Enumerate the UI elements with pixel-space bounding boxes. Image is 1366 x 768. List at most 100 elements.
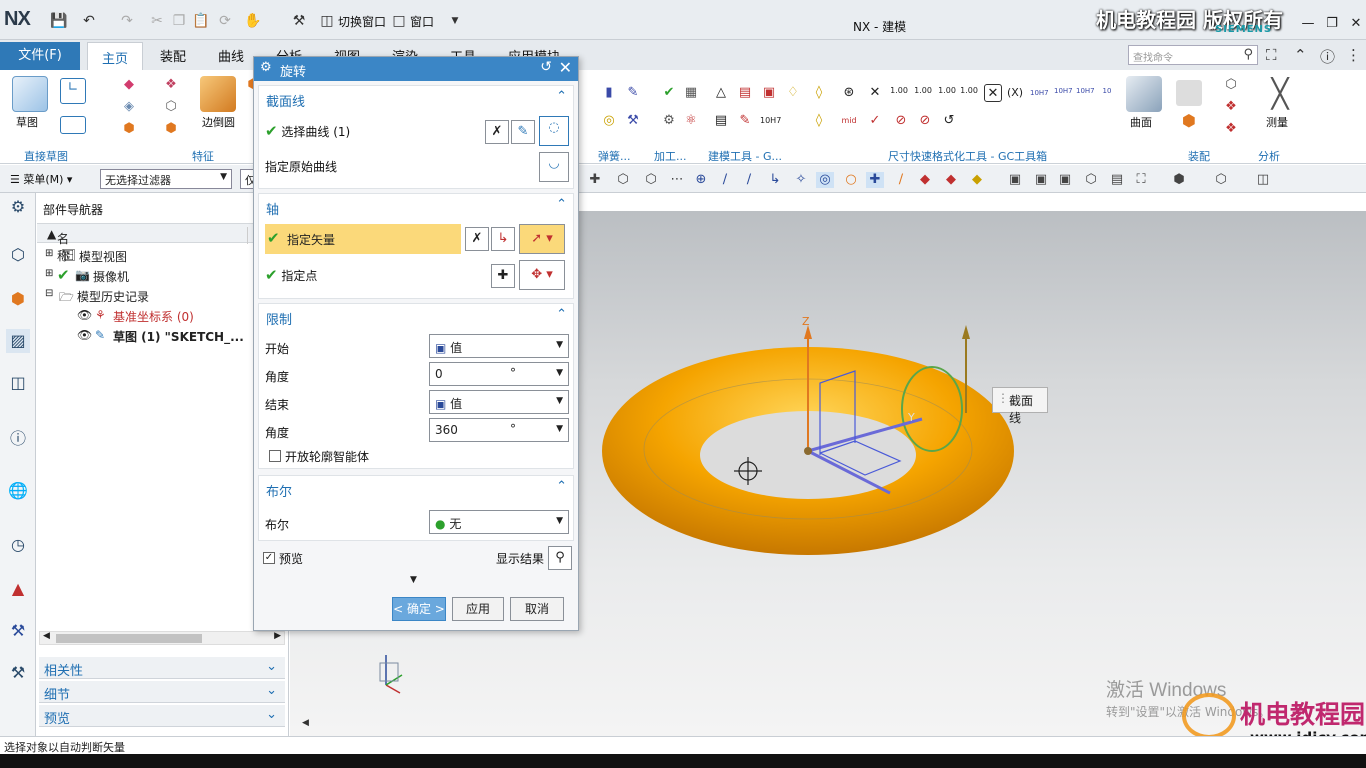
panel-preview[interactable]: 预览 ⌄ [39,705,285,727]
origin-curve-icon[interactable]: ◡ [539,152,569,182]
snap-d-icon[interactable]: ⋯ [668,172,686,188]
fullscreen-icon[interactable]: ⛶ [1266,46,1277,64]
minimize-icon[interactable]: — [1298,16,1318,34]
view-orient-icon[interactable]: ⬡ [1212,172,1230,188]
part-navigator-icon[interactable]: ▨ [6,329,30,353]
group-machining[interactable]: 加工... [654,148,687,164]
tab-assembly[interactable]: 装配 [160,46,186,65]
roles-icon[interactable]: ⚒ [6,661,30,685]
surface-icon[interactable] [1126,76,1162,112]
vector-type-dropdown[interactable]: ➚ ▾ [519,224,565,254]
reset-icon[interactable]: ↺ [540,59,552,75]
layer-icon[interactable]: ◫ [1254,172,1272,188]
start-type-dropdown[interactable]: ▣ 值 ▼ [429,334,569,358]
end-type-dropdown[interactable]: ▣ 值 ▼ [429,390,569,414]
help-icon[interactable]: ⓘ [1320,46,1335,67]
sketch-icon[interactable] [12,76,48,112]
chevron-down-icon[interactable]: ▼ [556,424,563,434]
command-search-input[interactable]: 查找命令 ⚲ [1128,45,1258,65]
curve-select-icon[interactable]: ◌ [539,116,569,146]
hd3d-icon[interactable]: ⓘ [6,427,30,451]
snap-on-face-icon[interactable]: ◆ [916,172,934,188]
open-profile-checkbox[interactable] [269,450,281,462]
reverse-vector-icon[interactable]: ✗ [465,227,489,251]
start-angle-input[interactable]: 0 ° ▼ [429,362,569,386]
hole-icon[interactable]: ⬢ [162,120,180,138]
block-icon[interactable]: ⬢ [120,120,138,138]
group-feature[interactable]: 特征 [192,148,214,164]
window-icon[interactable]: □ [390,12,408,30]
tab-home[interactable]: 主页 [87,42,144,70]
pen-icon[interactable]: ✎ [624,84,642,102]
tree-item-cameras[interactable]: ⊞ ✔ 📷 摄像机 [37,265,287,285]
dim-tool-a-icon[interactable]: ⊛ [840,84,858,102]
group-spring[interactable]: 弹簧... [598,148,631,164]
specify-vector-row[interactable]: ✔ 指定矢量 [265,224,461,254]
snap-quadrant-icon[interactable]: ○ [842,172,860,188]
datum-tool-icon[interactable]: ⚛ [682,112,700,130]
spring-icon[interactable]: ◎ [600,112,618,130]
view-b-icon[interactable]: ▣ [1032,172,1050,188]
settings-icon[interactable]: ⚙ [6,195,30,219]
expand-icon[interactable]: ⊞ [45,268,53,279]
process-studio-icon[interactable]: ⚒ [6,619,30,643]
end-angle-input[interactable]: 360 ° ▼ [429,418,569,442]
dim-tool-l-icon[interactable]: 10 [1098,82,1116,100]
more-icon[interactable]: ⋮ [1346,46,1361,64]
group-analysis[interactable]: 分析 [1258,148,1280,164]
boolean-title[interactable]: 布尔 [266,481,292,500]
origin-point[interactable] [804,447,812,455]
apply-button[interactable]: 应用 [452,597,504,621]
chevron-up-icon[interactable]: ⌃ [556,479,567,494]
ok-button[interactable]: < 确定 > [392,597,446,621]
paste-icon[interactable]: 📋 [192,12,210,30]
scroll-left-icon[interactable]: ◀ [43,631,50,641]
modeling-tool-a-icon[interactable]: ▤ [736,84,754,102]
group-dimension-tools[interactable]: 尺寸快速格式化工具 - GC工具箱 [888,148,1047,164]
snap-edge-icon[interactable]: ◆ [968,172,986,188]
cancel-button[interactable]: 取消 [510,597,564,621]
tree-item-datum-csys[interactable]: 👁 ⚘ 基准坐标系 (0) [37,305,287,325]
restore-icon[interactable]: ❐ [1322,16,1342,34]
boolean-dropdown[interactable]: ● 无 ▼ [429,510,569,534]
section-curve-title[interactable]: 截面线 [266,91,305,110]
assembly-c-icon[interactable]: ⬡ [1222,76,1240,94]
point-dialog-icon[interactable]: ✚ [491,264,515,288]
measure-icon[interactable]: ╳ [1262,76,1298,112]
rectangle-icon[interactable] [60,116,86,134]
dialog-gear-icon[interactable]: ⚙ [260,60,272,75]
modeling-tool-f-icon[interactable]: 10H7 [760,112,781,130]
snap-intersect-icon[interactable]: ✧ [792,172,810,188]
dim-tool-i-icon[interactable]: 10H7 [1030,84,1049,102]
tree-item-model-views[interactable]: ⊞ 🗄 模型视图 [37,245,287,265]
tool-icon[interactable]: ⚒ [624,112,642,130]
assembly-a-icon[interactable] [1176,80,1202,106]
assembly-navigator-icon[interactable]: ⬡ [6,243,30,267]
type-filter-dropdown[interactable]: 无选择过滤器 ▼ [100,169,232,189]
sketch-section-icon[interactable]: ✎ [511,120,535,144]
snap-on-curve-icon[interactable]: ∕ [892,172,910,188]
chevron-up-icon[interactable]: ⌃ [556,89,567,104]
gc-tool-a-icon[interactable]: ◊ [810,84,828,102]
chevron-down-icon[interactable]: ▼ [556,368,563,378]
snap-center-icon[interactable]: ◎ [816,172,834,188]
preview-checkbox[interactable]: ✓ [263,552,275,564]
assembly-d-icon[interactable]: ❖ [1222,98,1240,116]
view-c-icon[interactable]: ▣ [1056,172,1074,188]
navigator-column-header[interactable]: 名称 ▲ 肖 [37,223,287,263]
file-tab[interactable]: 文件(F) [0,42,80,70]
search-icon[interactable]: ⚲ [1243,47,1253,62]
dim-tool-f-icon[interactable]: 1.00 [960,82,978,100]
close-window-icon[interactable]: ✕ [1346,16,1366,34]
select-curve-row[interactable]: ✔ 选择曲线 (1) [265,122,350,140]
snap-bounded-icon[interactable]: ◆ [942,172,960,188]
constraint-navigator-icon[interactable]: ⬢ [6,287,30,311]
eye-icon[interactable]: 👁 [77,308,92,322]
repeat-command-icon[interactable]: ⟳ [216,12,234,30]
snap-b-icon[interactable]: ⬡ [614,172,632,188]
menu-button[interactable]: ☰ 菜单(M) ▾ [10,171,72,187]
window-menu[interactable]: 窗口 [410,13,434,30]
hole-machining-icon[interactable]: ⚙ [660,112,678,130]
tab-curve[interactable]: 曲线 [218,46,244,65]
snap-mid-icon[interactable]: ∕ [740,172,758,188]
